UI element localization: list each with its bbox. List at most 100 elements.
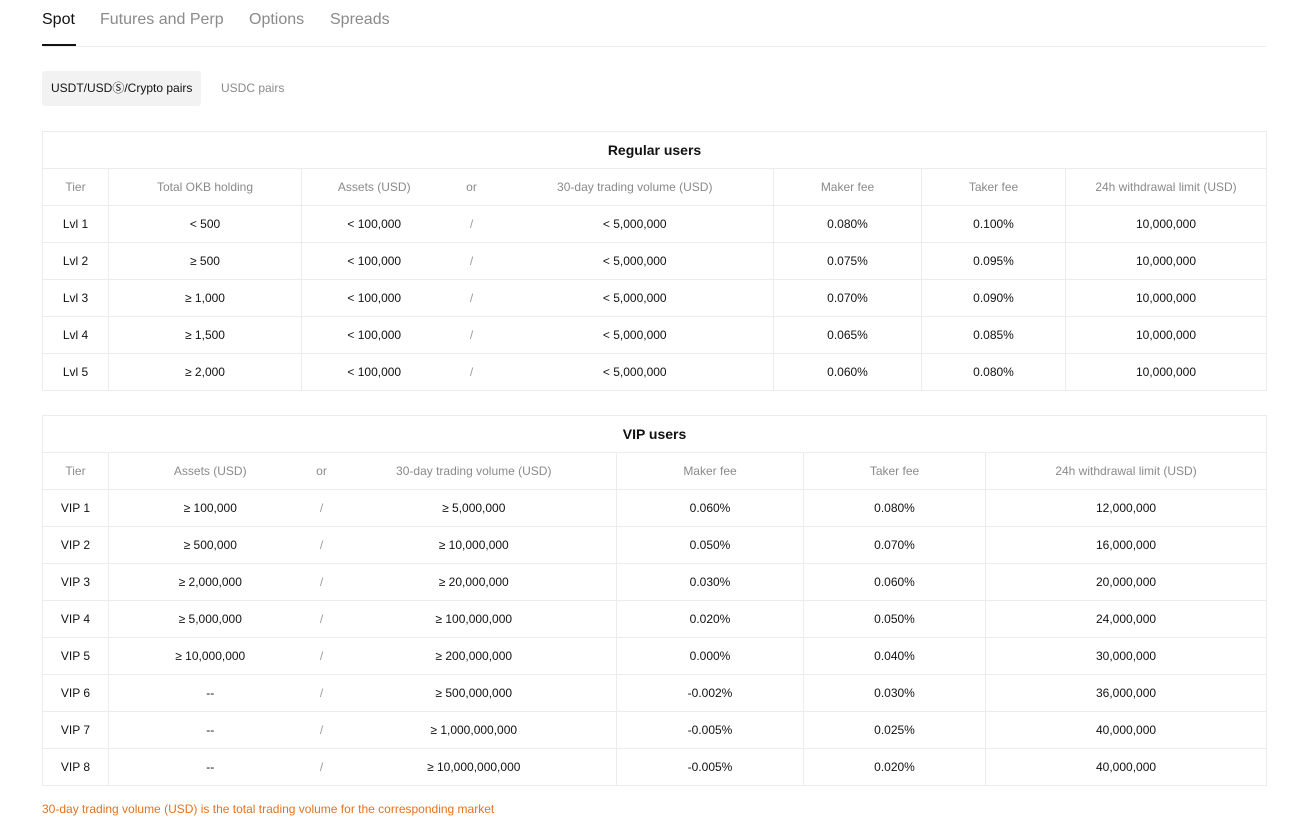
cell-volume: < 5,000,000: [496, 353, 774, 391]
cell-separator: /: [446, 242, 497, 280]
cell-withdrawal-limit: 24,000,000: [984, 600, 1268, 638]
header-total-okb-holding: Total OKB holding: [108, 168, 302, 206]
cell-withdrawal-limit: 20,000,000: [984, 563, 1268, 601]
cell-okb-holding: < 500: [108, 205, 302, 243]
cell-withdrawal-limit: 16,000,000: [984, 526, 1268, 564]
cell-separator: /: [311, 600, 332, 638]
cell-maker-fee: 0.050%: [616, 526, 804, 564]
cell-maker-fee: -0.002%: [616, 674, 804, 712]
cell-assets: ≥ 2,000,000: [108, 563, 312, 601]
cell-taker-fee: 0.080%: [803, 489, 986, 527]
header-maker-fee: Maker fee: [616, 452, 804, 490]
cell-maker-fee: 0.030%: [616, 563, 804, 601]
table-header-row: Tier Assets (USD) or 30-day trading volu…: [42, 452, 1268, 490]
cell-assets: ≥ 100,000: [108, 489, 312, 527]
cell-assets: < 100,000: [301, 316, 447, 354]
cell-taker-fee: 0.080%: [921, 353, 1066, 391]
table-row: VIP 8 -- / ≥ 10,000,000,000 -0.005% 0.02…: [42, 748, 1268, 786]
cell-taker-fee: 0.050%: [803, 600, 986, 638]
cell-volume: ≥ 20,000,000: [331, 563, 617, 601]
cell-tier: VIP 2: [42, 526, 109, 564]
tab-options[interactable]: Options: [249, 11, 304, 29]
cell-tier: VIP 8: [42, 748, 109, 786]
table-row: VIP 1 ≥ 100,000 / ≥ 5,000,000 0.060% 0.0…: [42, 489, 1268, 527]
table-row: VIP 5 ≥ 10,000,000 / ≥ 200,000,000 0.000…: [42, 637, 1268, 675]
cell-tier: VIP 3: [42, 563, 109, 601]
cell-tier: Lvl 1: [42, 205, 109, 243]
header-withdrawal-limit: 24h withdrawal limit (USD): [984, 452, 1268, 490]
cell-withdrawal-limit: 12,000,000: [984, 489, 1268, 527]
cell-assets: < 100,000: [301, 353, 447, 391]
cell-taker-fee: 0.090%: [921, 279, 1066, 317]
cell-maker-fee: 0.065%: [773, 316, 922, 354]
table-row: VIP 6 -- / ≥ 500,000,000 -0.002% 0.030% …: [42, 674, 1268, 712]
cell-assets: < 100,000: [301, 242, 447, 280]
cell-volume: ≥ 10,000,000,000: [331, 748, 617, 786]
cell-volume: < 5,000,000: [496, 205, 774, 243]
subtab-usdt-crypto-pairs[interactable]: USDT/USDⓈ/Crypto pairs: [42, 71, 202, 106]
table-row: Lvl 3 ≥ 1,000 < 100,000 / < 5,000,000 0.…: [42, 279, 1267, 317]
cell-taker-fee: 0.060%: [803, 563, 986, 601]
cell-tier: VIP 4: [42, 600, 109, 638]
cell-withdrawal-limit: 40,000,000: [984, 711, 1268, 749]
cell-assets: --: [108, 674, 312, 712]
regular-users-table: Regular users Tier Total OKB holding Ass…: [42, 131, 1267, 391]
cell-withdrawal-limit: 40,000,000: [984, 748, 1268, 786]
cell-separator: /: [446, 205, 497, 243]
table-row: Lvl 5 ≥ 2,000 < 100,000 / < 5,000,000 0.…: [42, 353, 1267, 391]
cell-assets: < 100,000: [301, 279, 447, 317]
cell-maker-fee: 0.060%: [773, 353, 922, 391]
cell-separator: /: [311, 489, 332, 527]
table-row: Lvl 4 ≥ 1,500 < 100,000 / < 5,000,000 0.…: [42, 316, 1267, 354]
cell-volume: ≥ 500,000,000: [331, 674, 617, 712]
cell-maker-fee: 0.080%: [773, 205, 922, 243]
cell-taker-fee: 0.100%: [921, 205, 1066, 243]
cell-volume: < 5,000,000: [496, 279, 774, 317]
cell-withdrawal-limit: 36,000,000: [984, 674, 1268, 712]
cell-volume: ≥ 100,000,000: [331, 600, 617, 638]
header-30d-volume: 30-day trading volume (USD): [496, 168, 774, 206]
cell-separator: /: [311, 674, 332, 712]
cell-separator: /: [446, 279, 497, 317]
header-tier: Tier: [42, 452, 109, 490]
cell-assets: --: [108, 748, 312, 786]
cell-okb-holding: ≥ 2,000: [108, 353, 302, 391]
cell-volume: ≥ 10,000,000: [331, 526, 617, 564]
tab-spot[interactable]: Spot: [42, 11, 75, 29]
cell-tier: VIP 7: [42, 711, 109, 749]
cell-tier: Lvl 2: [42, 242, 109, 280]
table-row: Lvl 1 < 500 < 100,000 / < 5,000,000 0.08…: [42, 205, 1267, 243]
header-or: or: [311, 452, 332, 490]
cell-taker-fee: 0.095%: [921, 242, 1066, 280]
table-row: Lvl 2 ≥ 500 < 100,000 / < 5,000,000 0.07…: [42, 242, 1267, 280]
cell-separator: /: [311, 748, 332, 786]
cell-tier: VIP 6: [42, 674, 109, 712]
cell-maker-fee: 0.000%: [616, 637, 804, 675]
header-or: or: [446, 168, 497, 206]
table-row: VIP 7 -- / ≥ 1,000,000,000 -0.005% 0.025…: [42, 711, 1268, 749]
header-assets: Assets (USD): [108, 452, 312, 490]
cell-separator: /: [311, 637, 332, 675]
table-row: VIP 3 ≥ 2,000,000 / ≥ 20,000,000 0.030% …: [42, 563, 1268, 601]
vip-users-title: VIP users: [41, 415, 1268, 453]
cell-okb-holding: ≥ 1,000: [108, 279, 302, 317]
cell-tier: VIP 5: [42, 637, 109, 675]
cell-taker-fee: 0.030%: [803, 674, 986, 712]
cell-assets: < 100,000: [301, 205, 447, 243]
subtab-usdc-pairs[interactable]: USDC pairs: [212, 71, 293, 106]
table-row: VIP 2 ≥ 500,000 / ≥ 10,000,000 0.050% 0.…: [42, 526, 1268, 564]
cell-assets: ≥ 500,000: [108, 526, 312, 564]
tab-spreads[interactable]: Spreads: [330, 11, 390, 29]
cell-withdrawal-limit: 10,000,000: [1065, 316, 1267, 354]
tab-futures-and-perp[interactable]: Futures and Perp: [100, 11, 224, 29]
active-tab-indicator: [42, 44, 76, 46]
cell-okb-holding: ≥ 500: [108, 242, 302, 280]
cell-tier: VIP 1: [42, 489, 109, 527]
cell-volume: ≥ 5,000,000: [331, 489, 617, 527]
cell-taker-fee: 0.025%: [803, 711, 986, 749]
cell-maker-fee: 0.070%: [773, 279, 922, 317]
table-row: VIP 4 ≥ 5,000,000 / ≥ 100,000,000 0.020%…: [42, 600, 1268, 638]
header-taker-fee: Taker fee: [803, 452, 986, 490]
cell-separator: /: [446, 316, 497, 354]
header-taker-fee: Taker fee: [921, 168, 1066, 206]
